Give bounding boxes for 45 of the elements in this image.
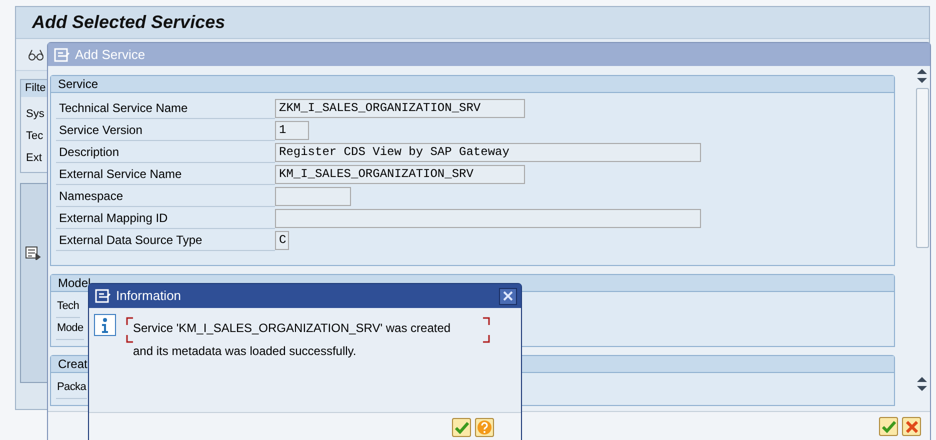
scroll-up-icon[interactable] — [917, 376, 927, 382]
input-field[interactable]: ZKM_I_SALES_ORGANIZATION_SRV — [275, 98, 525, 118]
field-label: External Data Source Type — [56, 230, 275, 250]
glasses-icon[interactable] — [28, 48, 44, 60]
scroll-down-icon[interactable] — [917, 78, 927, 84]
close-button[interactable] — [499, 288, 517, 304]
group-title: Service — [58, 78, 98, 90]
checkmark-icon — [882, 420, 896, 432]
dialog-icon — [95, 289, 111, 303]
field-label: Packa — [56, 378, 88, 398]
group-title: Creat — [58, 358, 88, 370]
window-title: Add Selected Services — [32, 11, 226, 34]
confirm-button[interactable] — [452, 418, 471, 437]
dialog-title: Add Service — [75, 46, 146, 64]
field-label: Technical Service Name — [56, 98, 275, 118]
focus-corners-icon — [126, 317, 133, 343]
question-icon — [477, 420, 492, 435]
input-field[interactable]: KM_I_SALES_ORGANIZATION_SRV — [275, 164, 525, 184]
cancel-button[interactable] — [902, 417, 921, 436]
field-label: Namespace — [56, 186, 275, 206]
message-text: Service 'KM_I_SALES_ORGANIZATION_SRV' was created and its metadata was loaded successfully. — [133, 320, 452, 360]
scroll-up-icon[interactable] — [917, 68, 927, 74]
confirm-button[interactable] — [879, 417, 898, 436]
table-settings-icon[interactable] — [25, 246, 41, 260]
field-label: External Service Name — [56, 164, 275, 184]
cancel-icon — [906, 420, 918, 432]
group-title: Model — [58, 277, 91, 289]
field-label: Description — [56, 142, 275, 162]
tab[interactable]: Filte — [21, 80, 49, 97]
scrollbar-thumb[interactable] — [916, 88, 928, 248]
help-button[interactable] — [475, 418, 494, 437]
scroll-down-icon[interactable] — [917, 386, 927, 392]
dialog-title: Information — [116, 287, 182, 306]
close-icon — [503, 291, 513, 301]
field-label: Tech — [56, 296, 80, 318]
input-field[interactable]: C — [275, 230, 289, 250]
input-field[interactable]: Register CDS View by SAP Gateway — [275, 142, 701, 162]
checkmark-icon — [454, 422, 468, 434]
focus-corners-icon — [483, 317, 490, 343]
field-label: Service Version — [56, 120, 275, 140]
info-icon — [94, 314, 116, 336]
dialog-icon — [54, 48, 70, 62]
input-field[interactable]: 1 — [275, 120, 309, 140]
field-label: External Mapping ID — [56, 208, 275, 228]
field-label: Mode — [56, 318, 84, 340]
